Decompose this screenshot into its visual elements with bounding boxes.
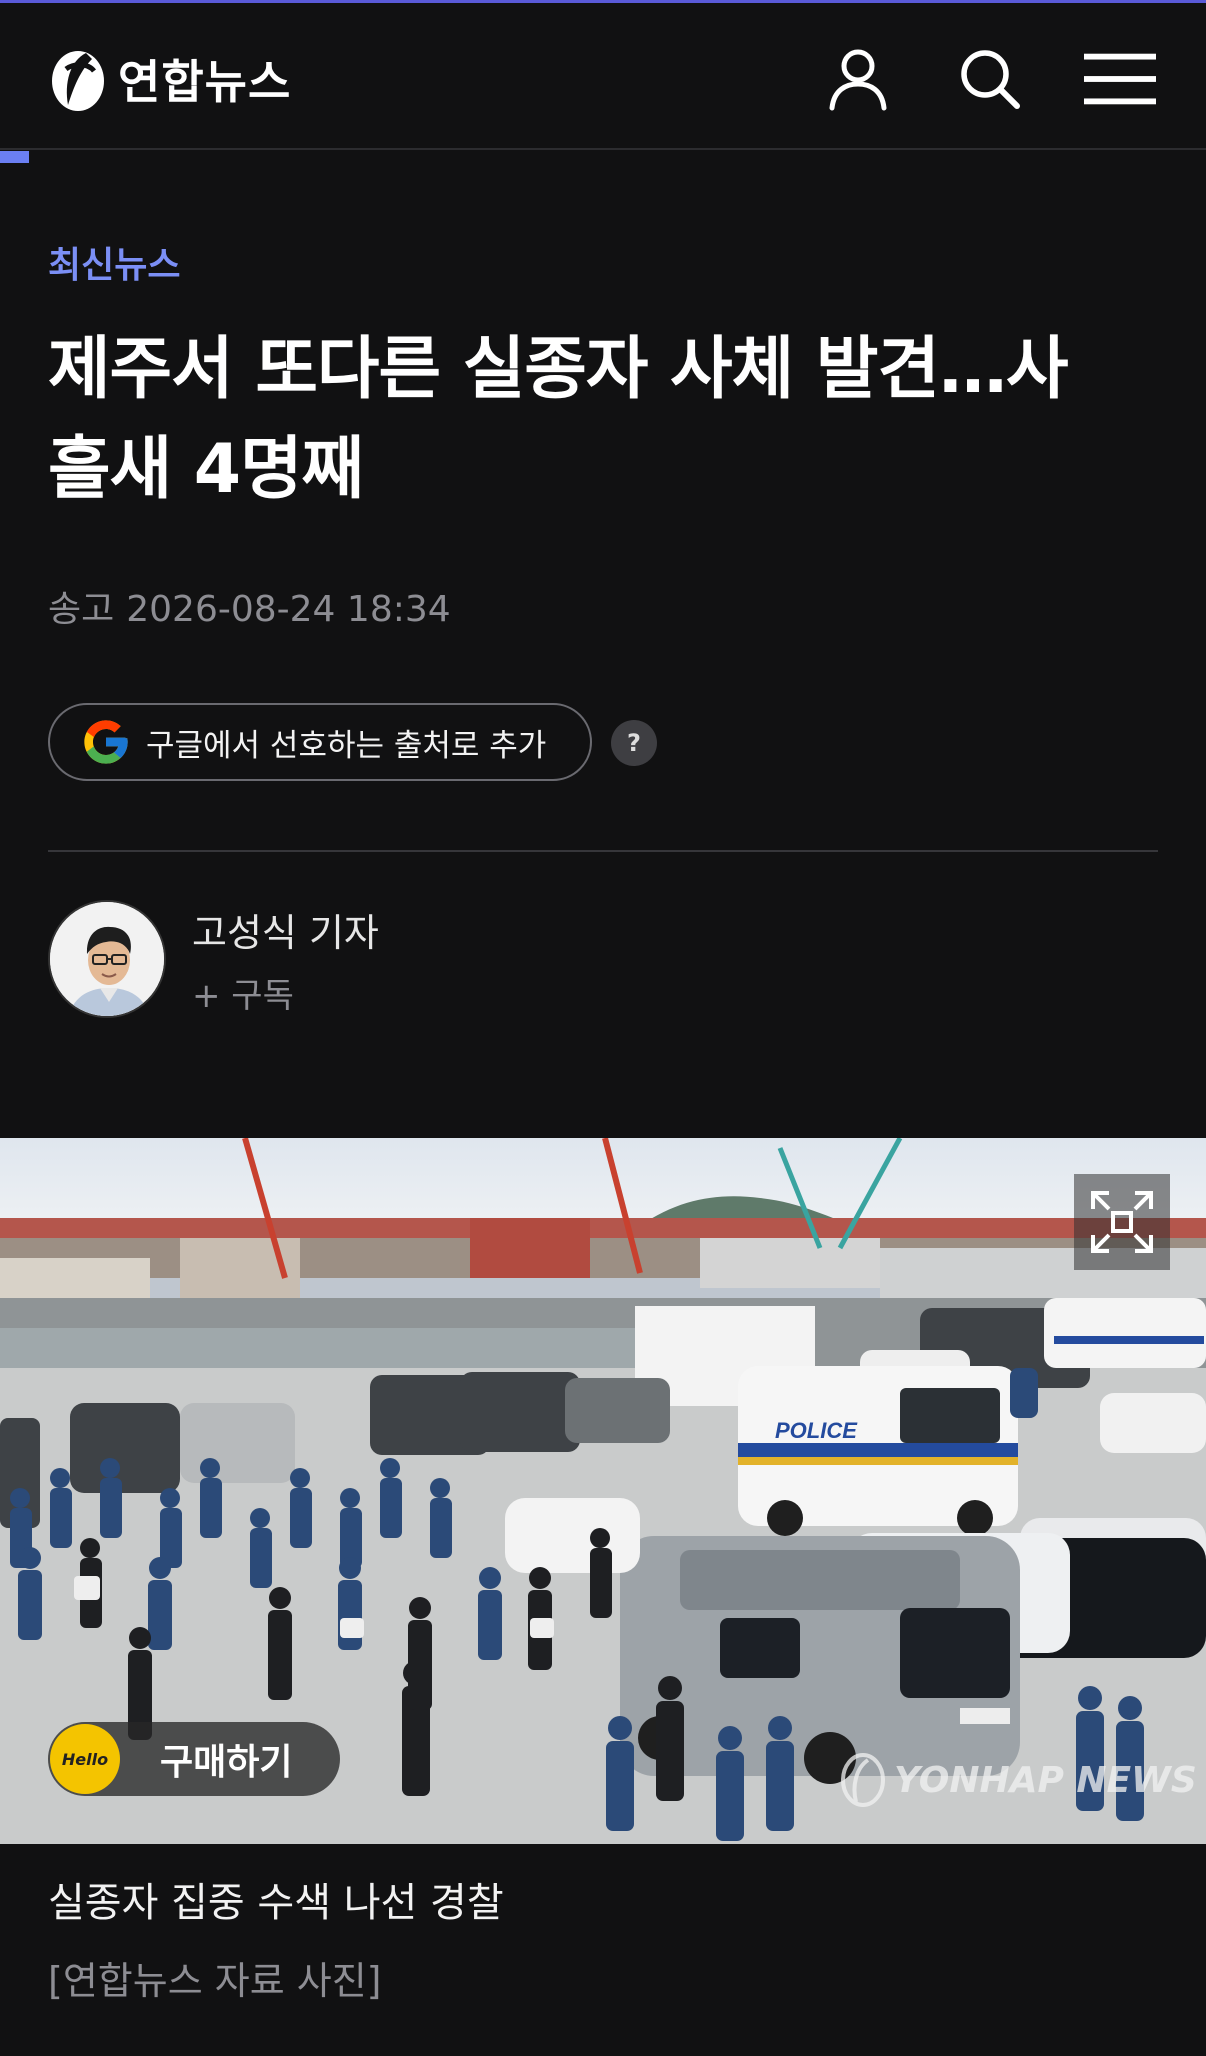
site-logo[interactable]: 연합뉴스 xyxy=(48,43,291,115)
search-icon xyxy=(961,50,1020,109)
buy-photo-label: 구매하기 xyxy=(160,1742,293,1783)
reading-progress-bar xyxy=(0,151,29,163)
watermark-text: YONHAP NEWS xyxy=(894,1759,1197,1801)
police-van: POLICE xyxy=(738,1366,1018,1536)
subscribe-button[interactable]: + 구독 xyxy=(192,968,294,1017)
photo-source: [연합뉴스 자료 사진] xyxy=(48,1959,382,2003)
author-avatar[interactable] xyxy=(48,900,166,1018)
google-preferred-source-label: 구글에서 선호하는 출처로 추가 xyxy=(146,727,547,764)
article-category[interactable]: 최신뉴스 xyxy=(48,236,180,288)
headline-line-2: 흘새 4명째 xyxy=(48,430,364,509)
site-header: 연합뉴스 xyxy=(0,3,1206,149)
photo-caption: 실종자 집중 수색 나선 경찰 xyxy=(48,1880,504,1926)
menu-button[interactable] xyxy=(1084,43,1156,115)
sent-datetime: 2026-08-24 18:34 xyxy=(126,589,451,630)
sent-label: 송고 xyxy=(48,589,115,630)
author-portrait-icon xyxy=(50,902,164,1016)
photo-watermark: YONHAP NEWS xyxy=(838,1752,1197,1808)
yonhap-logo-icon xyxy=(52,51,104,111)
hello-badge-text: Hello xyxy=(61,1749,109,1769)
expand-photo-button[interactable] xyxy=(1074,1174,1170,1270)
user-icon xyxy=(829,49,887,111)
user-button[interactable] xyxy=(822,43,894,115)
published-time: 송고 2026-08-24 18:34 xyxy=(48,580,451,632)
fullscreen-icon xyxy=(1091,1191,1153,1253)
headline-line-1: 제주서 또다른 실종자 사체 발견…사 xyxy=(48,330,1069,409)
logo-text: 연합뉴스 xyxy=(118,55,292,109)
yonhap-watermark-icon xyxy=(841,1753,885,1807)
google-preferred-source-button[interactable]: 구글에서 선호하는 출처로 추가 xyxy=(48,703,592,781)
section-divider xyxy=(48,850,1158,852)
buy-photo-button[interactable]: Hello 구매하기 xyxy=(48,1722,340,1796)
menu-icon xyxy=(1084,53,1156,105)
author-name[interactable]: 고성식 기자 xyxy=(192,902,379,957)
google-icon xyxy=(84,720,128,764)
search-button[interactable] xyxy=(954,43,1026,115)
camera-icon: Hello xyxy=(50,1724,120,1794)
header-divider xyxy=(0,148,1206,150)
help-button[interactable]: ? xyxy=(611,720,657,766)
article-headline: 제주서 또다른 실종자 사체 발견…사 흘새 4명째 xyxy=(48,320,1178,520)
van-label: POLICE xyxy=(775,1418,858,1443)
